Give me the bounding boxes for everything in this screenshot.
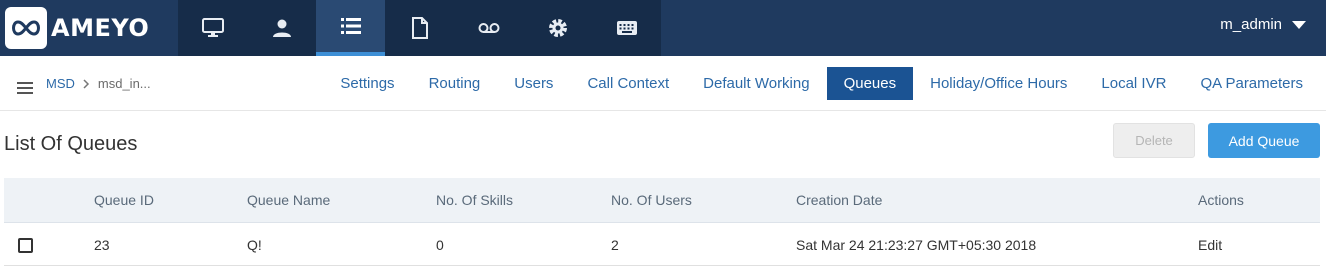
- keyboard-icon: [616, 21, 637, 35]
- nav-voicemail[interactable]: [454, 0, 523, 56]
- queues-table: Queue ID Queue Name No. Of Skills No. Of…: [4, 178, 1320, 266]
- header-skills[interactable]: No. Of Skills: [436, 178, 513, 222]
- monitor-icon: [201, 18, 224, 37]
- nav-list[interactable]: [316, 0, 385, 56]
- breadcrumb: MSD msd_in...: [46, 76, 151, 91]
- table-header: Queue ID Queue Name No. Of Skills No. Of…: [4, 178, 1320, 222]
- tab-bar: Settings Routing Users Call Context Defa…: [323, 67, 1320, 100]
- cell-users: 2: [611, 237, 619, 253]
- cell-queue-id: 23: [94, 237, 110, 253]
- tab-qa-parameters[interactable]: QA Parameters: [1183, 67, 1320, 100]
- user-name: m_admin: [1220, 16, 1282, 33]
- table-row: 23 Q! 0 2 Sat Mar 24 21:23:27 GMT+05:30 …: [4, 222, 1320, 266]
- gear-icon: [548, 19, 567, 37]
- main-nav: [178, 0, 661, 56]
- delete-button[interactable]: Delete: [1113, 123, 1195, 158]
- nav-keyboard[interactable]: [592, 0, 661, 56]
- document-icon: [411, 17, 428, 39]
- tab-call-context[interactable]: Call Context: [570, 67, 686, 100]
- cell-queue-name: Q!: [247, 237, 262, 253]
- add-queue-button[interactable]: Add Queue: [1208, 123, 1320, 158]
- tab-users[interactable]: Users: [497, 67, 570, 100]
- brand-name: AMEYO: [51, 14, 150, 42]
- nav-monitor[interactable]: [178, 0, 247, 56]
- cell-skills: 0: [436, 237, 444, 253]
- cell-creation-date: Sat Mar 24 21:23:27 GMT+05:30 2018: [796, 237, 1037, 253]
- header-queue-id[interactable]: Queue ID: [94, 178, 154, 222]
- caret-down-icon: [1292, 20, 1306, 29]
- tab-default-working[interactable]: Default Working: [686, 67, 826, 100]
- header-actions: Actions: [1198, 192, 1244, 208]
- list-icon: [340, 18, 361, 34]
- tab-queues[interactable]: Queues: [826, 67, 914, 100]
- row-checkbox[interactable]: [18, 238, 33, 253]
- tab-settings[interactable]: Settings: [323, 67, 411, 100]
- tab-local-ivr[interactable]: Local IVR: [1084, 67, 1183, 100]
- edit-link[interactable]: Edit: [1198, 223, 1222, 267]
- header-queue-name[interactable]: Queue Name: [247, 178, 330, 222]
- nav-users[interactable]: [247, 0, 316, 56]
- header-creation-date[interactable]: Creation Date: [796, 178, 882, 222]
- nav-document[interactable]: [385, 0, 454, 56]
- menu-icon[interactable]: [17, 82, 33, 97]
- user-icon: [272, 19, 291, 37]
- infinity-icon: [5, 7, 47, 49]
- breadcrumb-root[interactable]: MSD: [46, 76, 75, 91]
- tab-holiday-office-hours[interactable]: Holiday/Office Hours: [913, 67, 1084, 100]
- page-title: List Of Queues: [4, 133, 138, 155]
- tab-routing[interactable]: Routing: [412, 67, 498, 100]
- header-users[interactable]: No. Of Users: [611, 178, 692, 222]
- top-bar: AMEYO m_admin: [0, 0, 1326, 56]
- voicemail-icon: [478, 23, 499, 33]
- nav-settings[interactable]: [523, 0, 592, 56]
- sub-nav: MSD msd_in... Settings Routing Users Cal…: [0, 56, 1326, 111]
- breadcrumb-current: msd_in...: [97, 76, 151, 91]
- user-menu[interactable]: m_admin: [1220, 16, 1306, 33]
- brand-logo[interactable]: AMEYO: [0, 0, 178, 56]
- chevron-right-icon: [83, 78, 89, 89]
